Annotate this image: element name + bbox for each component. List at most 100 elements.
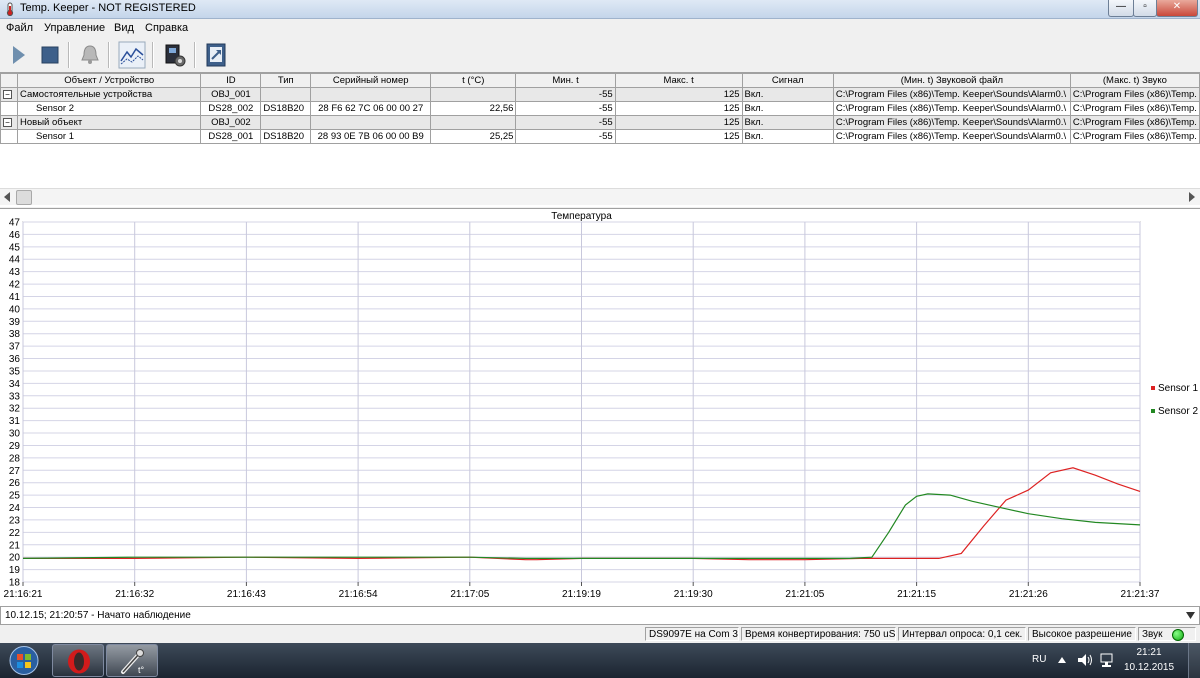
clock-date[interactable]: 10.12.2015: [1120, 662, 1178, 673]
cell-temp: [430, 115, 517, 130]
network-icon[interactable]: [1099, 652, 1115, 668]
menu-help[interactable]: Справка: [145, 22, 188, 34]
clock-time[interactable]: 21:21: [1128, 647, 1170, 658]
table-row[interactable]: Sensor 2 DS28_002 DS18B20 28 F6 62 7C 06…: [0, 101, 1200, 116]
show-hidden-icons-icon[interactable]: [1058, 657, 1066, 663]
status-bar: DS9097E на Com 3 Время конвертирования: …: [0, 626, 1200, 643]
y-tick-label: 27: [9, 466, 21, 477]
speaker-icon[interactable]: [1077, 653, 1093, 667]
keyboard-language[interactable]: RU: [1032, 654, 1046, 665]
y-tick-label: 45: [9, 242, 21, 253]
menu-file[interactable]: Файл: [6, 22, 33, 34]
table-header-row: Объект / Устройство ID Тип Серийный номе…: [0, 73, 1200, 88]
maximize-button[interactable]: ▫: [1133, 0, 1157, 17]
col-header-id[interactable]: ID: [200, 73, 262, 88]
menu-bar: Файл Управление Вид Справка: [0, 19, 1200, 37]
cell-min-file: C:\Program Files (x86)\Temp. Keeper\Soun…: [832, 87, 1071, 102]
cell-max: 125: [614, 87, 743, 102]
y-tick-label: 35: [9, 366, 21, 377]
col-header-serial[interactable]: Серийный номер: [310, 73, 432, 88]
table-row[interactable]: − Новый объект OBJ_002 -55 125 Вкл. C:\P…: [0, 115, 1200, 130]
cell-max: 125: [614, 115, 743, 130]
play-icon[interactable]: [4, 41, 32, 69]
collapse-toggle[interactable]: −: [3, 117, 12, 127]
y-tick-label: 30: [9, 429, 21, 440]
device-settings-icon[interactable]: [160, 41, 188, 69]
toolbar: [0, 38, 1200, 72]
cell-serial: 28 F6 62 7C 06 00 00 27: [310, 101, 432, 116]
menu-control[interactable]: Управление: [44, 22, 105, 34]
scroll-right-icon[interactable]: [1188, 192, 1196, 202]
col-header-temp[interactable]: t (°C): [430, 73, 517, 88]
x-tick-label: 21:19:19: [562, 589, 601, 600]
x-tick-label: 21:21:37: [1121, 589, 1160, 600]
status-poll-interval: Интервал опроса: 0,1 сек.: [898, 627, 1026, 641]
collapse-toggle[interactable]: −: [3, 89, 12, 99]
title-bar[interactable]: Temp. Keeper - NOT REGISTERED — ▫ ✕: [0, 0, 1200, 19]
legend-marker: [1151, 386, 1155, 390]
x-tick-label: 21:19:30: [674, 589, 713, 600]
app-thermometer-icon: [6, 2, 14, 16]
col-header-expander[interactable]: [0, 73, 18, 88]
legend-label[interactable]: Sensor 2: [1158, 406, 1198, 417]
menu-view[interactable]: Вид: [114, 22, 134, 34]
show-desktop-button[interactable]: [1188, 643, 1200, 678]
y-tick-label: 39: [9, 317, 21, 328]
y-tick-label: 28: [9, 453, 21, 464]
col-header-max[interactable]: Макс. t: [614, 73, 743, 88]
chevron-down-icon[interactable]: [1186, 612, 1195, 619]
table-row[interactable]: − Самостоятельные устройства OBJ_001 -55…: [0, 87, 1200, 102]
legend-label[interactable]: Sensor 1: [1158, 383, 1198, 394]
scroll-left-icon[interactable]: [3, 192, 11, 202]
cell-min-file: C:\Program Files (x86)\Temp. Keeper\Soun…: [832, 129, 1071, 144]
x-tick-label: 21:16:21: [4, 589, 43, 600]
table-row[interactable]: Sensor 1 DS28_001 DS18B20 28 93 0E 7B 06…: [0, 129, 1200, 144]
cell-max-file: C:\Program Files (x86)\Temp.: [1069, 87, 1200, 102]
start-button-icon[interactable]: [4, 644, 44, 677]
col-header-type[interactable]: Тип: [260, 73, 312, 88]
taskbar: t° RU 21:21 10.12.2015: [0, 643, 1200, 678]
sound-status-led-icon[interactable]: [1172, 629, 1184, 641]
col-header-min-file[interactable]: (Мин. t) Звуковой файл: [832, 73, 1071, 88]
cell-type: DS18B20: [260, 129, 312, 144]
minimize-button[interactable]: —: [1108, 0, 1134, 17]
col-header-object[interactable]: Объект / Устройство: [16, 73, 202, 88]
horizontal-scrollbar[interactable]: [0, 188, 1200, 205]
col-header-max-file[interactable]: (Макс. t) Звуко: [1069, 73, 1200, 88]
cell-object: Sensor 2: [16, 101, 202, 116]
stop-icon[interactable]: [36, 41, 64, 69]
close-button[interactable]: ✕: [1156, 0, 1198, 17]
cell-id: OBJ_001: [200, 87, 262, 102]
chart-icon[interactable]: [118, 41, 146, 69]
x-tick-label: 21:21:26: [1009, 589, 1048, 600]
cell-min-file: C:\Program Files (x86)\Temp. Keeper\Soun…: [832, 101, 1071, 116]
y-tick-label: 26: [9, 478, 21, 489]
col-header-signal[interactable]: Сигнал: [741, 73, 834, 88]
status-resolution: Высокое разрешение: [1028, 627, 1136, 641]
x-tick-label: 21:16:54: [339, 589, 378, 600]
col-header-min[interactable]: Мин. t: [515, 73, 616, 88]
x-tick-label: 21:16:43: [227, 589, 266, 600]
taskbar-temp-keeper[interactable]: t°: [106, 644, 158, 677]
bell-icon[interactable]: [76, 41, 104, 69]
cell-temp: [430, 87, 517, 102]
y-tick-label: 23: [9, 515, 21, 526]
scroll-thumb[interactable]: [16, 190, 32, 205]
status-conversion-time: Время конвертирования: 750 uS.: [741, 627, 896, 641]
cell-object: Новый объект: [16, 115, 202, 130]
x-tick-label: 21:17:05: [450, 589, 489, 600]
y-tick-label: 38: [9, 329, 21, 340]
y-tick-label: 21: [9, 540, 21, 551]
chart-title: Температура: [551, 211, 612, 222]
export-icon[interactable]: [202, 41, 230, 69]
cell-temp: 25,25: [430, 129, 517, 144]
taskbar-opera[interactable]: [52, 644, 104, 677]
cell-min: -55: [515, 129, 616, 144]
y-tick-label: 42: [9, 280, 21, 291]
event-log[interactable]: 10.12.15; 21:20:57 - Начато наблюдение: [0, 606, 1200, 625]
cell-serial: [310, 115, 432, 130]
cell-type: DS18B20: [260, 101, 312, 116]
x-tick-label: 21:16:32: [115, 589, 154, 600]
cell-signal: Вкл.: [741, 101, 834, 116]
y-tick-label: 34: [9, 379, 21, 390]
